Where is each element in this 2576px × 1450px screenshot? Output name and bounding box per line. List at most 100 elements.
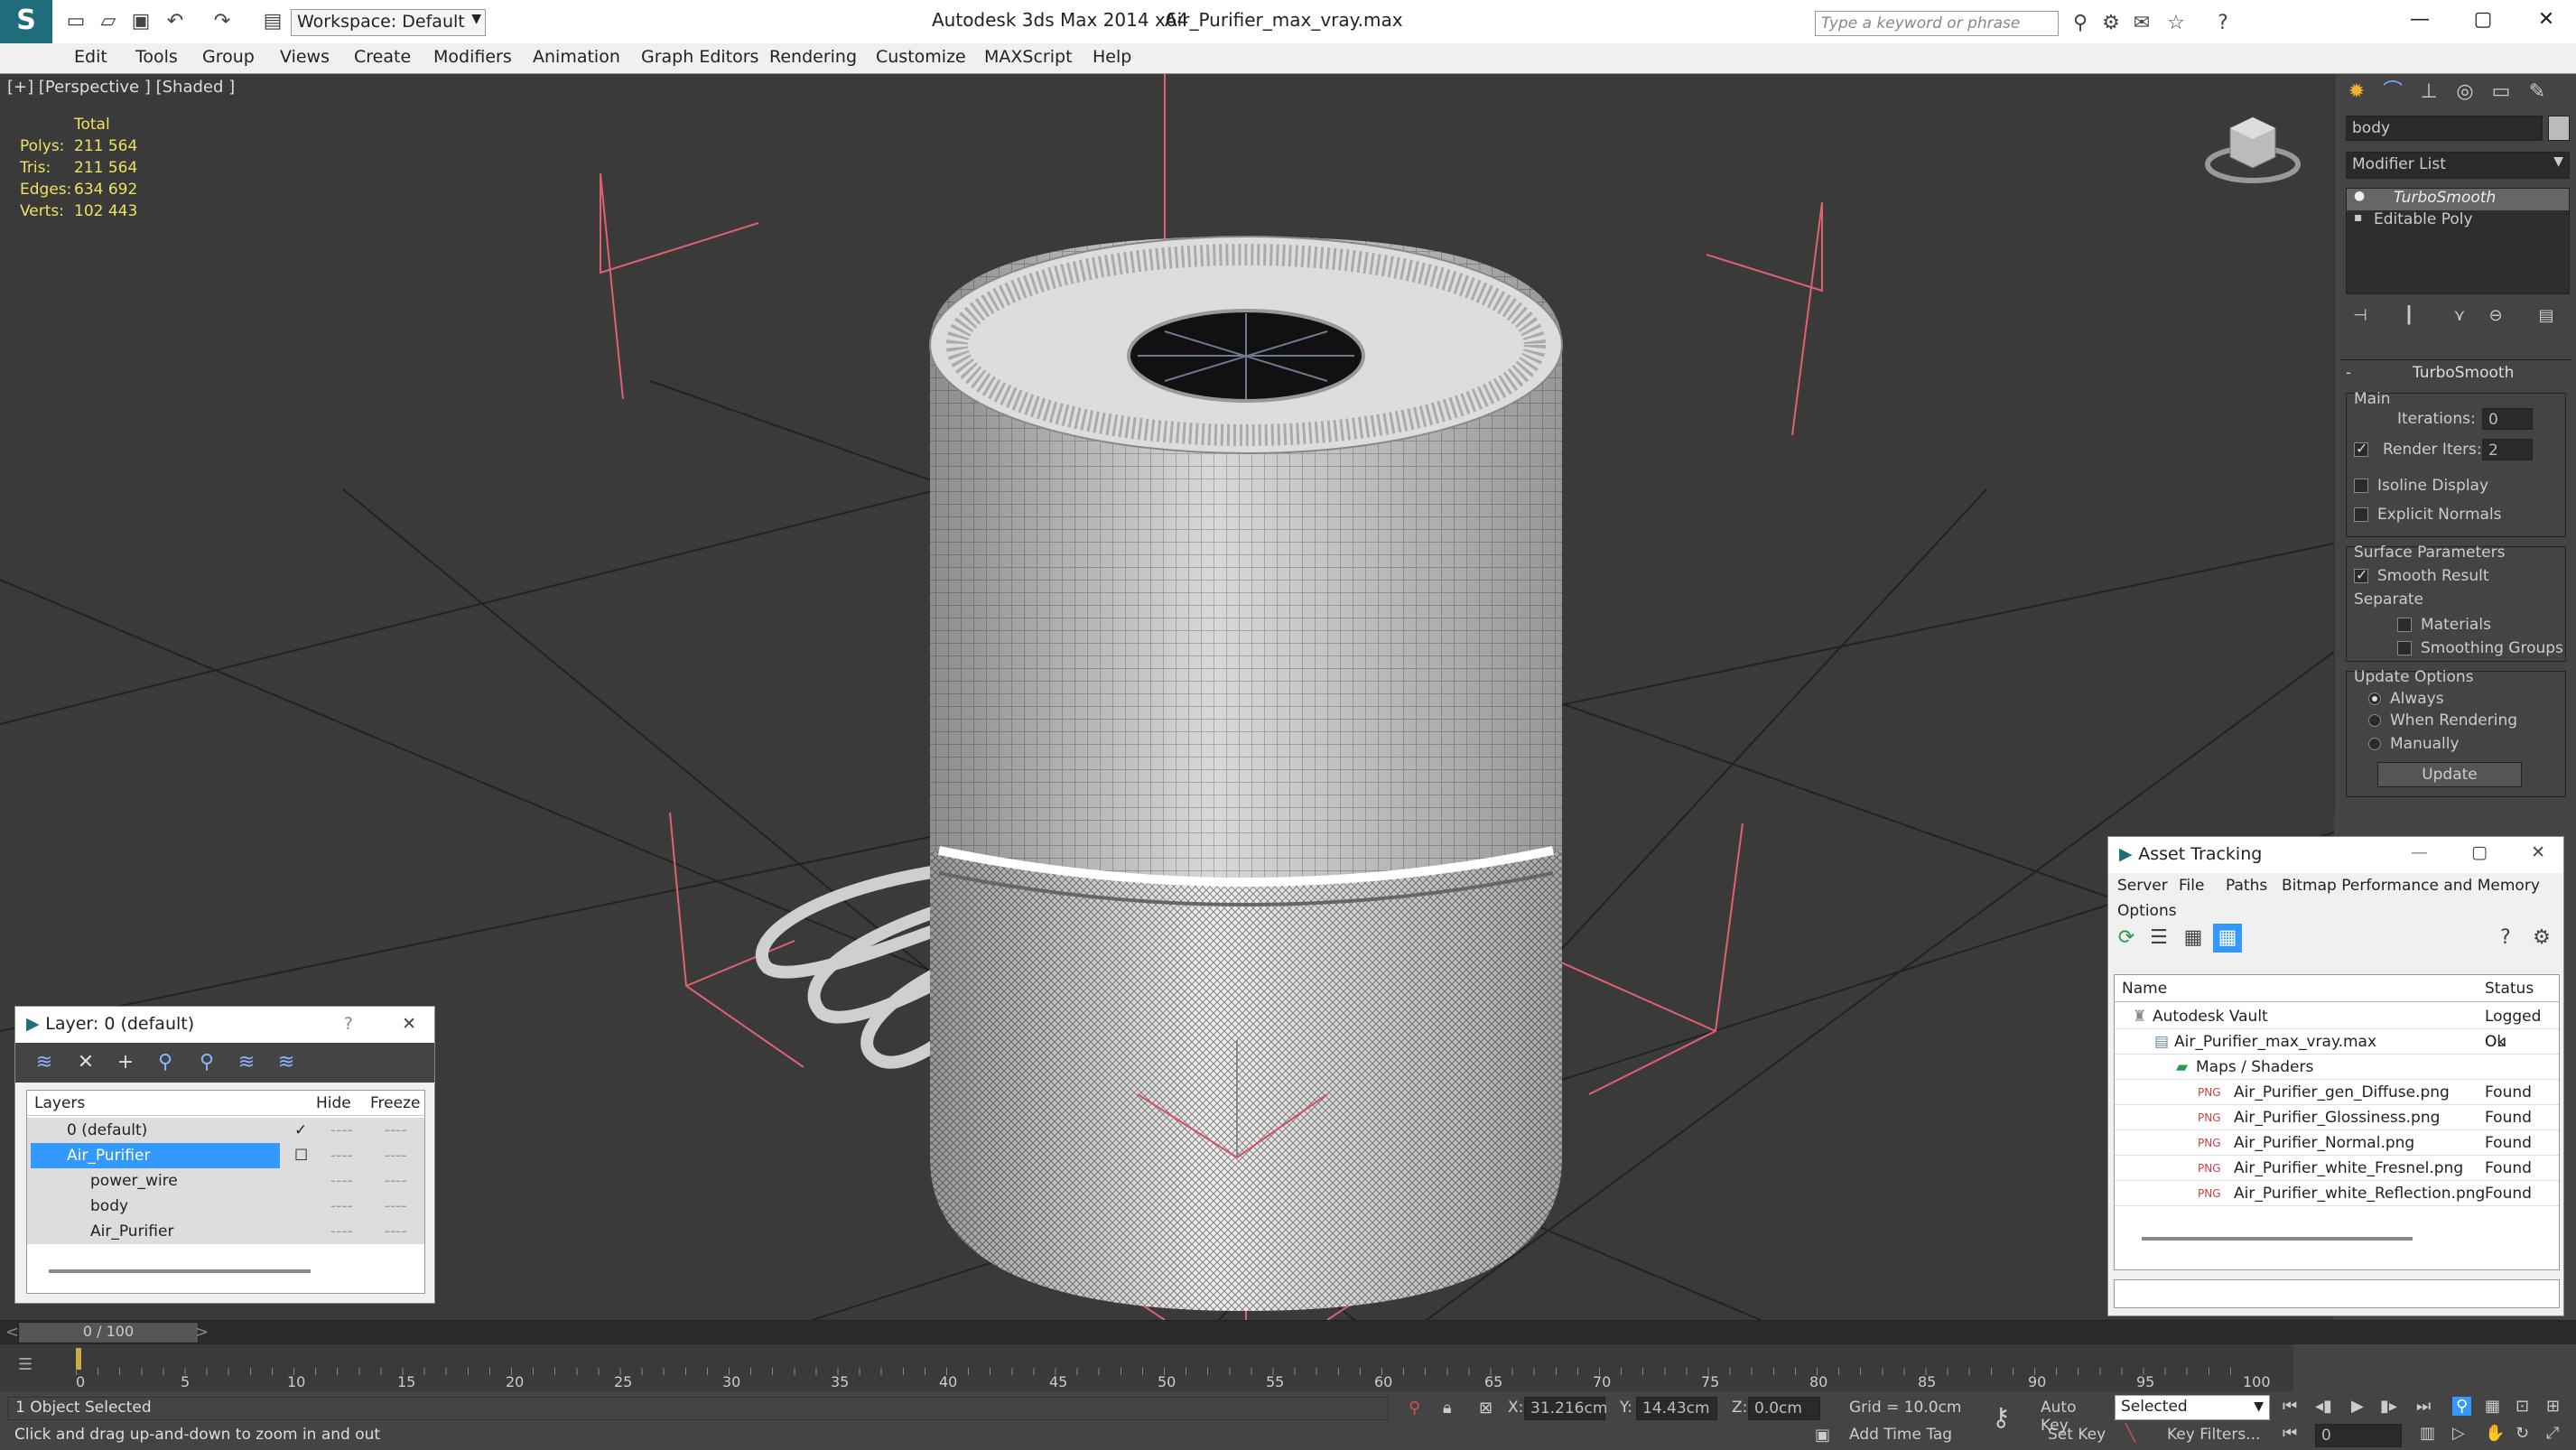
asset-menu-file[interactable]: File — [2179, 877, 2204, 895]
add-to-layer-icon[interactable]: + — [111, 1048, 140, 1077]
zoom-all-icon[interactable]: ▦ — [2485, 1397, 2500, 1416]
col-status[interactable]: Status — [2485, 975, 2534, 1002]
key-icon[interactable]: ⚷ — [1992, 1402, 2011, 1432]
when-rendering-radio[interactable]: When Rendering — [2368, 711, 2517, 730]
zoom-icon[interactable]: ⚲ — [2452, 1397, 2472, 1416]
asset-row[interactable]: ▰ Maps / Shaders — [2115, 1055, 2559, 1080]
selection-set-dropdown[interactable]: Selected ▼ — [2115, 1395, 2270, 1420]
binoculars-icon[interactable]: ⚲ — [2066, 9, 2095, 38]
thumbnail-view-icon[interactable]: ▦ — [2179, 924, 2208, 953]
asset-scrollbar[interactable] — [2142, 1237, 2413, 1241]
asset-menu-paths[interactable]: Paths — [2226, 877, 2267, 895]
subscription-icon[interactable]: ⚙ — [2097, 9, 2125, 38]
workspace-dropdown[interactable]: Workspace: Default ▼ — [291, 9, 486, 36]
motion-tab-icon[interactable]: ◎ — [2450, 78, 2479, 107]
delete-layer-icon[interactable]: ✕ — [71, 1048, 100, 1077]
time-configuration-icon[interactable]: ▥ — [2420, 1424, 2435, 1443]
track-bar-menu-icon[interactable]: ☰ — [18, 1355, 33, 1374]
auto-key-button[interactable]: Auto Key — [2041, 1395, 2104, 1435]
isoline-display-checkbox[interactable]: Isoline Display — [2354, 477, 2488, 495]
time-cursor[interactable] — [76, 1348, 81, 1370]
set-key-filter-icon[interactable]: ╲ — [2125, 1424, 2135, 1443]
explicit-normals-checkbox[interactable]: Explicit Normals — [2354, 506, 2502, 524]
close-icon[interactable]: ✕ — [2519, 0, 2573, 40]
hide-all-icon[interactable]: ≋ — [232, 1048, 261, 1077]
make-unique-icon[interactable]: ⋎ — [2445, 302, 2474, 330]
asset-path-field[interactable] — [2114, 1279, 2560, 1308]
go-to-start-icon[interactable]: ⏮ — [2283, 1397, 2297, 1416]
menu-edit[interactable]: Edit — [74, 47, 107, 67]
menu-tools[interactable]: Tools — [135, 47, 178, 67]
time-slider-thumb[interactable]: 0 / 100 — [18, 1322, 199, 1343]
asset-row[interactable]: PNG Air_Purifier_white_Fresnel.png Found — [2115, 1156, 2559, 1181]
refresh-icon[interactable]: ⟳ — [2112, 924, 2141, 953]
menu-create[interactable]: Create — [354, 47, 411, 67]
prev-frame-icon[interactable]: < — [5, 1323, 19, 1342]
object-color-swatch[interactable] — [2548, 116, 2570, 141]
layer-row[interactable]: 0 (default) ✓ ---- ---- — [27, 1118, 424, 1143]
layer-row-selected[interactable]: Air_Purifier ☐ ---- ---- — [27, 1143, 424, 1168]
time-slider[interactable]: < 0 / 100 > — [0, 1321, 2576, 1344]
menu-customize[interactable]: Customize — [876, 47, 966, 67]
menu-modifiers[interactable]: Modifiers — [433, 47, 512, 67]
asset-row[interactable]: PNG Air_Purifier_Normal.png Found — [2115, 1130, 2559, 1156]
go-to-end-icon[interactable]: ⏭ — [2416, 1397, 2431, 1416]
save-icon[interactable]: ▣ — [126, 7, 155, 36]
y-coordinate-field[interactable]: 14.43cm — [1636, 1397, 1717, 1420]
lightbulb-icon[interactable]: ● — [2354, 189, 2365, 203]
layer-help-icon[interactable]: ? — [344, 1014, 353, 1034]
freeze-dash[interactable]: ---- — [385, 1168, 407, 1194]
layer-object-row[interactable]: power_wire ---- ---- — [27, 1168, 424, 1194]
orbit-icon[interactable]: ↻ — [2516, 1424, 2529, 1443]
maximize-icon[interactable]: ▢ — [2456, 0, 2510, 40]
previous-key-icon[interactable]: ◂▮ — [2315, 1397, 2332, 1416]
maximize-icon[interactable]: ▢ — [2471, 842, 2488, 862]
asset-menu-options[interactable]: Options — [2117, 902, 2177, 920]
render-iters-spinner[interactable]: 2 — [2482, 439, 2533, 460]
table-view-icon[interactable]: ▦ — [2213, 924, 2242, 953]
close-icon[interactable]: ✕ — [2531, 842, 2545, 862]
settings-icon[interactable]: ⚙ — [2527, 924, 2556, 953]
utilities-tab-icon[interactable]: ✎ — [2523, 78, 2552, 107]
highlight-selected-icon[interactable]: ⚲ — [192, 1048, 221, 1077]
app-logo-icon[interactable]: S — [0, 0, 52, 43]
remove-modifier-icon[interactable]: ⊖ — [2481, 302, 2510, 330]
freeze-dash[interactable]: ---- — [385, 1194, 407, 1219]
close-icon[interactable]: ✕ — [402, 1014, 416, 1034]
freeze-all-icon[interactable]: ≋ — [272, 1048, 301, 1077]
rollout-collapse-icon[interactable]: - — [2346, 364, 2351, 382]
rollout-title[interactable]: TurboSmooth — [2413, 364, 2514, 382]
active-layer-check-icon[interactable]: ✓ — [294, 1118, 307, 1143]
favorites-star-icon[interactable]: ☆ — [2162, 9, 2190, 38]
freeze-dash[interactable]: ---- — [385, 1143, 407, 1168]
communication-icon[interactable]: ✉ — [2127, 9, 2156, 38]
menu-rendering[interactable]: Rendering — [769, 47, 857, 67]
menu-group[interactable]: Group — [202, 47, 255, 67]
current-frame-field[interactable]: 0 — [2315, 1424, 2402, 1447]
col-hide[interactable]: Hide — [316, 1091, 351, 1116]
pan-icon[interactable]: ✋ — [2485, 1424, 2505, 1443]
zoom-extents-icon[interactable]: ⊡ — [2516, 1397, 2529, 1416]
modify-tab-icon[interactable]: ⌒ — [2378, 78, 2407, 107]
col-freeze[interactable]: Freeze — [370, 1091, 420, 1116]
menu-animation[interactable]: Animation — [533, 47, 620, 67]
viewport-label[interactable]: [+] [Perspective ] [Shaded ] — [7, 78, 235, 97]
layer-window-title-bar[interactable]: ▶ Layer: 0 (default) ? ✕ — [15, 1007, 434, 1043]
x-coordinate-field[interactable]: 31.216cm — [1524, 1397, 1607, 1420]
always-radio[interactable]: Always — [2368, 690, 2444, 708]
update-button[interactable]: Update — [2377, 762, 2522, 787]
pin-stack-icon[interactable]: ⊣ — [2346, 302, 2375, 330]
menu-help[interactable]: Help — [1093, 47, 1131, 67]
redo-icon[interactable]: ↷ — [208, 7, 237, 36]
modifier-list-dropdown[interactable]: Modifier List ▼ — [2346, 152, 2570, 179]
manually-radio[interactable]: Manually — [2368, 735, 2460, 753]
show-end-result-icon[interactable]: ┃ — [2395, 302, 2423, 330]
menu-views[interactable]: Views — [280, 47, 330, 67]
col-layers[interactable]: Layers — [34, 1091, 85, 1116]
search-input[interactable]: Type a keyword or phrase — [1815, 11, 2059, 36]
minimize-icon[interactable]: — — [2411, 842, 2428, 862]
absolute-mode-icon[interactable]: ⊠ — [1479, 1399, 1493, 1417]
hide-dash[interactable]: ---- — [330, 1194, 353, 1219]
asset-row[interactable]: ▤ Air_Purifier_max_vray.max Ok — [2115, 1029, 2559, 1055]
undo-icon[interactable]: ↶ — [161, 7, 190, 36]
